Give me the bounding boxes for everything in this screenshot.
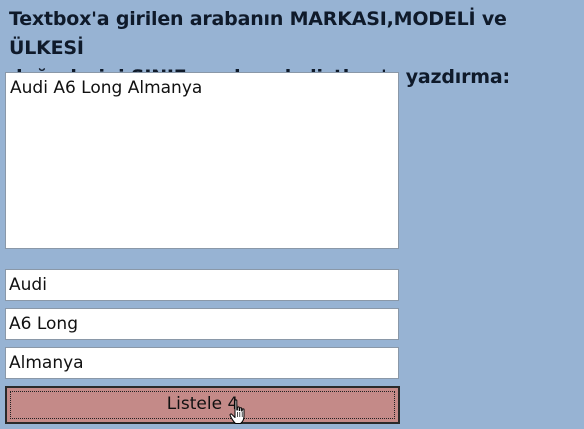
country-textbox[interactable] <box>5 347 399 379</box>
list-button[interactable]: Listele 4 <box>5 386 400 424</box>
title-line-1: Textbox'a girilen arabanın MARKASI,MODEL… <box>9 8 507 59</box>
hand-pointer-icon <box>229 399 245 424</box>
list-item[interactable]: Audi A6 Long Almanya <box>6 73 398 99</box>
result-listbox[interactable]: Audi A6 Long Almanya <box>5 72 399 249</box>
model-textbox[interactable] <box>5 308 399 340</box>
make-textbox[interactable] <box>5 269 399 301</box>
